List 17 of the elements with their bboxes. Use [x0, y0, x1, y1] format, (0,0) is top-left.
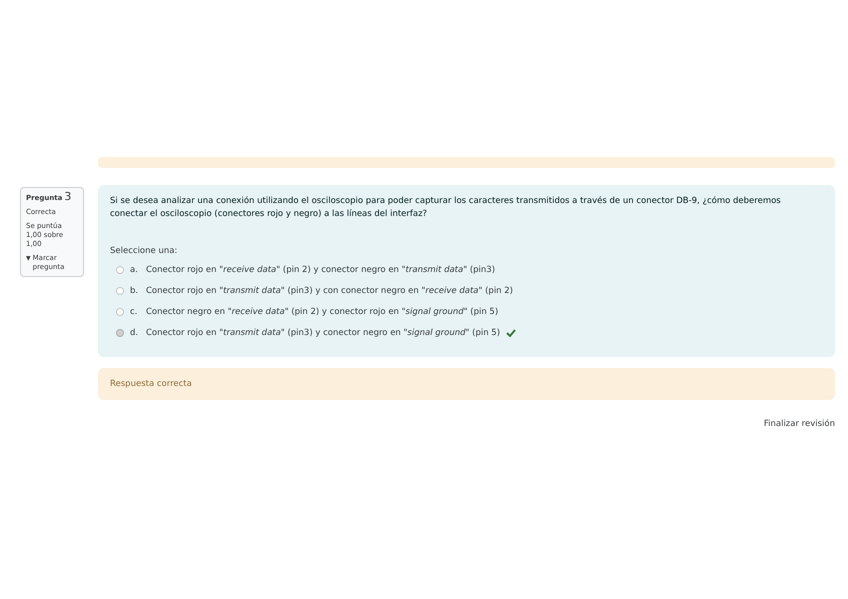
- radio-button[interactable]: [116, 287, 124, 296]
- finish-review-link[interactable]: Finalizar revisión: [764, 418, 835, 431]
- option-text[interactable]: Conector rojo en "transmit data" (pin3) y conector negro en "signal ground" (pin 5): [146, 326, 500, 340]
- radio-button[interactable]: [116, 329, 124, 338]
- option-text[interactable]: Conector negro en "receive data" (pin 2) y conector rojo en "signal ground" (pin 5): [146, 306, 498, 319]
- question-number: 3: [64, 192, 72, 201]
- question-text: Si se desea analizar una conexión utilizando el osciloscopio para poder capturar los caracteres transmitidos a través de un conector DB-9, ¿cómo deberemos conectar el osciloscopio (conectores rojo y negro) a las líneas del interfaz?: [110, 195, 782, 221]
- radio-button[interactable]: [116, 266, 124, 274]
- option-text[interactable]: Conector rojo en "receive data" (pin 2) y conector negro en "transmit data" (pin3): [146, 264, 496, 277]
- feedback-text: Respuesta correcta: [110, 378, 192, 390]
- select-prompt: Seleccione una:: [110, 245, 178, 258]
- option-letter: c.: [130, 306, 138, 319]
- option-letter: a.: [130, 264, 139, 277]
- option-text[interactable]: Conector rojo en "transmit data" (pin3) y con conector negro en "receive data" (pin 2): [146, 284, 513, 298]
- radio-button[interactable]: [116, 308, 124, 316]
- option-letter: b.: [130, 284, 140, 298]
- option-letter: d.: [130, 326, 140, 340]
